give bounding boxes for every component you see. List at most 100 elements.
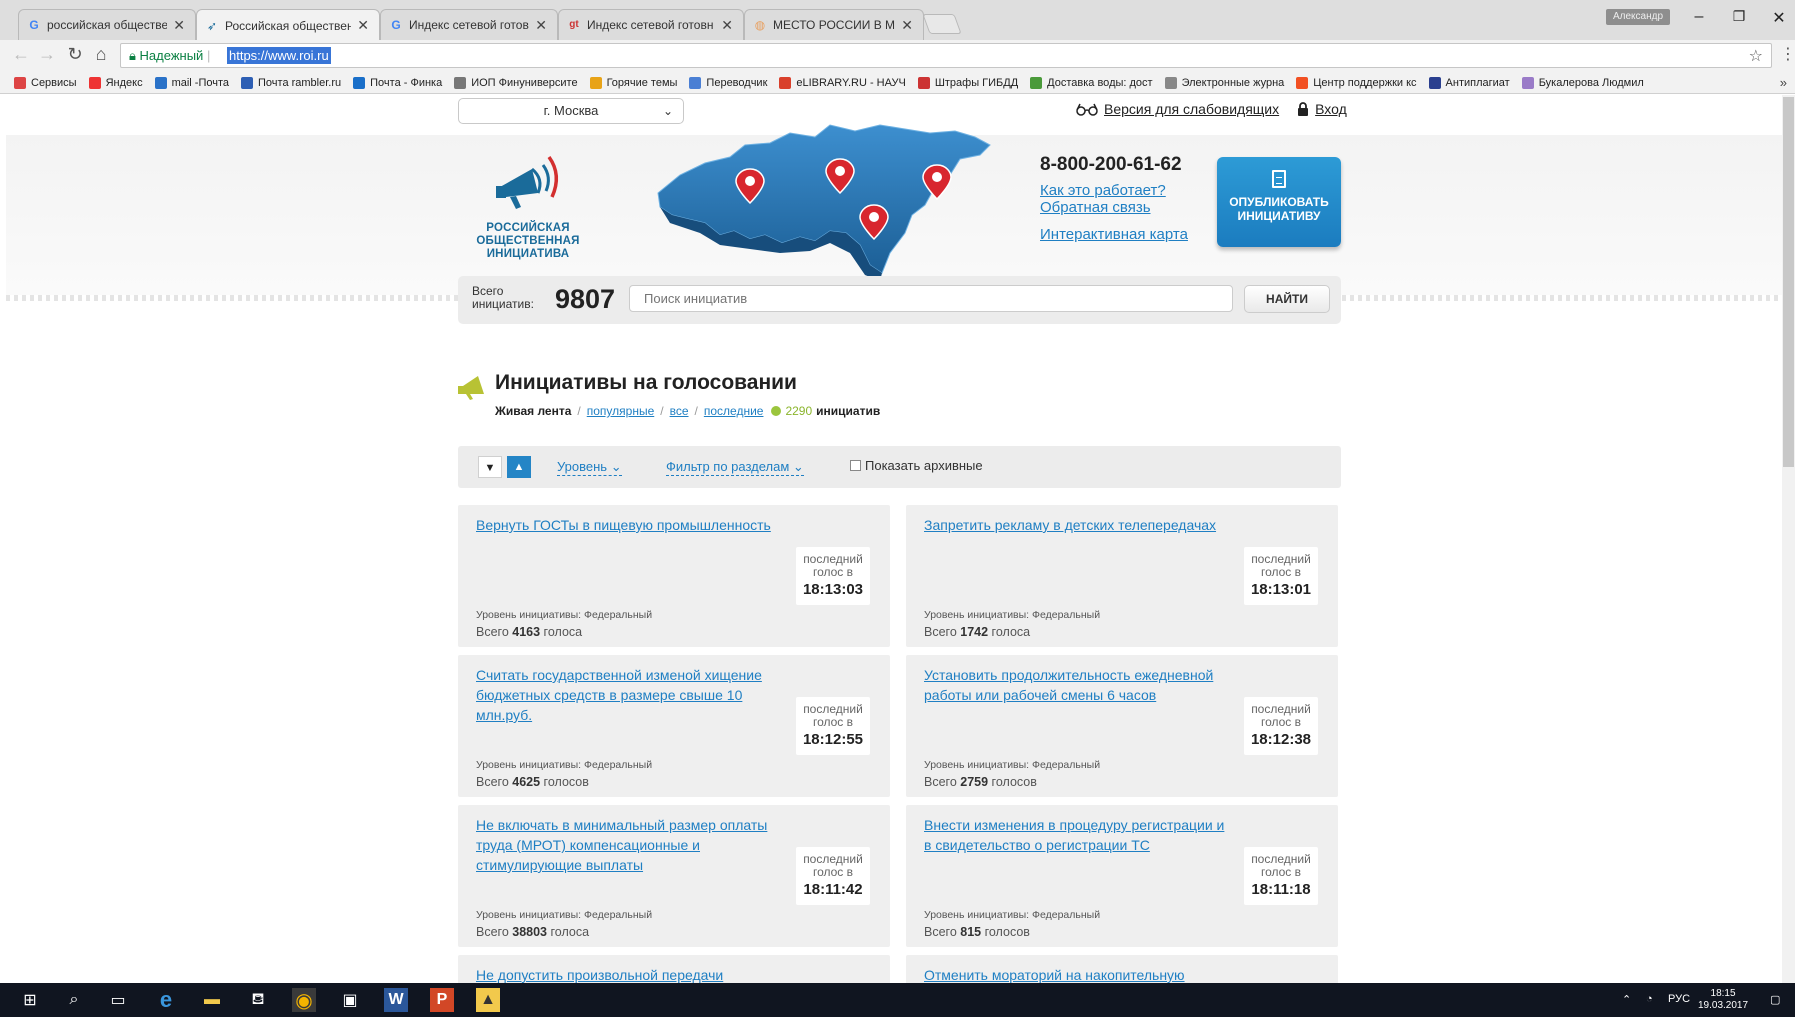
- bookmark-item[interactable]: Электронные журна: [1164, 76, 1284, 89]
- edge-icon[interactable]: e: [154, 987, 178, 1012]
- bookmark-item[interactable]: eLIBRARY.RU - НАУЧ: [779, 76, 906, 89]
- bookmark-item[interactable]: Центр поддержки кс: [1296, 76, 1417, 89]
- home-icon[interactable]: ⌂: [90, 44, 112, 65]
- initiative-votes: Всего 4163 голоса: [476, 625, 583, 639]
- bookmark-label: Букалерова Людмил: [1538, 76, 1644, 89]
- latest-link[interactable]: последние: [704, 404, 764, 418]
- secure-indicator[interactable]: 🔒︎ Надежный |: [129, 48, 210, 64]
- close-tab-icon[interactable]: ✕: [721, 17, 733, 34]
- bookmark-item[interactable]: Доставка воды: дост: [1030, 76, 1153, 89]
- initiative-title-link[interactable]: Установить продолжительность ежедневной …: [924, 665, 1234, 705]
- close-tab-icon[interactable]: ✕: [173, 17, 185, 34]
- tab-1[interactable]: G российская обществен ✕: [18, 9, 196, 40]
- archive-checkbox[interactable]: [850, 460, 861, 471]
- task-view-icon[interactable]: ▭: [106, 988, 130, 1012]
- tab-5[interactable]: ◍ МЕСТО РОССИИ В МЕ ✕: [744, 9, 924, 40]
- file-explorer-icon[interactable]: ▬: [200, 988, 224, 1012]
- bookmark-label: Антиплагиат: [1445, 76, 1510, 89]
- sort-asc-button[interactable]: ▲: [507, 456, 531, 478]
- notifications-icon[interactable]: ▢: [1770, 993, 1780, 1006]
- new-tab-button[interactable]: [922, 14, 962, 34]
- feedback-link[interactable]: Обратная связь: [1040, 199, 1188, 216]
- all-link[interactable]: все: [670, 404, 689, 418]
- search-input[interactable]: [629, 285, 1233, 312]
- initiative-card: Не включать в минимальный размер оплаты …: [458, 805, 890, 947]
- bookmark-item[interactable]: ИОП Финуниверсите: [454, 76, 578, 89]
- russia-map[interactable]: [650, 115, 1000, 285]
- app-icon[interactable]: ▣: [338, 988, 362, 1012]
- clock[interactable]: 18:15 19.03.2017: [1698, 988, 1748, 1012]
- last-vote-label: последний голос в: [803, 852, 863, 879]
- windows-start-icon[interactable]: ⊞: [18, 988, 42, 1012]
- menu-icon[interactable]: ⋮: [1780, 44, 1795, 64]
- show-archive-toggle[interactable]: Показать архивные: [850, 458, 983, 473]
- login-link[interactable]: Вход: [1315, 101, 1347, 117]
- scrollbar-thumb[interactable]: [1783, 97, 1794, 467]
- bookmark-item[interactable]: Почта rambler.ru: [241, 76, 341, 89]
- popular-link[interactable]: популярные: [587, 404, 655, 418]
- header-links: Как это работает? Обратная связь Интерак…: [1040, 182, 1188, 243]
- bookmark-item[interactable]: Переводчик: [689, 76, 767, 89]
- bookmark-item[interactable]: Букалерова Людмил: [1521, 76, 1644, 89]
- restore-icon[interactable]: ❐: [1724, 8, 1754, 25]
- document-icon: [1272, 170, 1286, 188]
- bookmark-item[interactable]: Горячие темы: [589, 76, 677, 89]
- powerpoint-icon[interactable]: P: [430, 988, 454, 1012]
- level-filter-dropdown[interactable]: Уровень ⌄: [557, 459, 622, 476]
- tab-strip: G российская обществен ✕ ➶ Российская об…: [0, 0, 1795, 41]
- initiative-title-link[interactable]: Считать государственной изменой хищение …: [476, 665, 786, 725]
- tab-2-active[interactable]: ➶ Российская обществен ✕: [196, 9, 380, 41]
- interactive-map-link[interactable]: Интерактивная карта: [1040, 226, 1188, 243]
- tray-chevron-icon[interactable]: ⌃: [1622, 993, 1631, 1006]
- initiative-title-link[interactable]: Отменить мораторий на накопительную: [924, 965, 1234, 983]
- back-icon[interactable]: ←: [10, 44, 32, 65]
- search-icon[interactable]: ⌕: [62, 988, 86, 1012]
- chrome-icon[interactable]: ◉: [292, 988, 316, 1012]
- find-button[interactable]: НАЙТИ: [1244, 285, 1330, 313]
- tab-3[interactable]: G Индекс сетевой готовн ✕: [380, 9, 558, 40]
- bookmark-item[interactable]: mail -Почта: [154, 76, 230, 89]
- close-window-icon[interactable]: ✕: [1764, 8, 1794, 28]
- bookmark-item[interactable]: Штрафы ГИБДД: [917, 76, 1018, 89]
- initiative-title-link[interactable]: Не допустить произвольной передачи: [476, 965, 786, 983]
- network-icon[interactable]: ◔: [1646, 993, 1653, 1005]
- close-tab-icon[interactable]: ✕: [535, 17, 547, 34]
- minimize-icon[interactable]: –: [1684, 8, 1714, 26]
- bookmark-item[interactable]: Антиплагиат: [1428, 76, 1510, 89]
- url-text[interactable]: https://www.roi.ru: [227, 47, 331, 64]
- bookmark-item[interactable]: Сервисы: [14, 76, 77, 89]
- search-bar: Всего инициатив: 9807 НАЙТИ: [458, 276, 1341, 324]
- bookmark-star-icon[interactable]: ☆: [1749, 46, 1763, 66]
- bookmark-favicon-icon: [14, 76, 26, 89]
- how-it-works-link[interactable]: Как это работает?: [1040, 182, 1188, 199]
- initiative-votes: Всего 38803 голоса: [476, 925, 590, 939]
- bookmark-label: mail -Почта: [171, 76, 230, 89]
- initiative-title-link[interactable]: Вернуть ГОСТы в пищевую промышленность: [476, 515, 786, 535]
- initiative-level: Уровень инициативы: Федеральный: [476, 909, 653, 921]
- initiative-title-link[interactable]: Запретить рекламу в детских телепередача…: [924, 515, 1234, 535]
- sort-desc-button[interactable]: ▼: [478, 456, 502, 478]
- site-logo[interactable]: РОССИЙСКАЯ ОБЩЕСТВЕННАЯ ИНИЦИАТИВА: [472, 147, 584, 261]
- forward-icon[interactable]: →: [36, 44, 58, 65]
- more-bookmarks-icon[interactable]: »: [1780, 75, 1787, 90]
- publish-initiative-button[interactable]: ОПУБЛИКОВАТЬ ИНИЦИАТИВУ: [1217, 157, 1341, 247]
- store-icon[interactable]: ⛾: [246, 988, 270, 1012]
- word-icon[interactable]: W: [384, 988, 408, 1012]
- bookmark-item[interactable]: Почта - Финка: [353, 76, 442, 89]
- section-filter-dropdown[interactable]: Фильтр по разделам ⌄: [666, 459, 804, 476]
- chevron-down-icon: ⌄: [792, 459, 804, 474]
- bookmark-item[interactable]: Яндекс: [88, 76, 143, 89]
- address-bar[interactable]: 🔒︎ Надежный | https://www.roi.ru ☆: [120, 43, 1772, 68]
- close-tab-icon[interactable]: ✕: [901, 17, 913, 34]
- glasses-icon: [1076, 103, 1098, 116]
- folder-app-icon[interactable]: ▲: [476, 988, 500, 1012]
- language-indicator[interactable]: РУС: [1668, 993, 1690, 1005]
- tab-4[interactable]: gt Индекс сетевой готовн ✕: [558, 9, 744, 40]
- reload-icon[interactable]: ↻: [64, 44, 86, 65]
- accessibility-link[interactable]: Версия для слабовидящих: [1104, 101, 1279, 117]
- close-tab-icon[interactable]: ✕: [357, 17, 369, 34]
- initiative-title-link[interactable]: Внести изменения в процедуру регистрации…: [924, 815, 1234, 855]
- initiative-card: Не допустить произвольной передачи: [458, 955, 890, 983]
- profile-badge[interactable]: Александр: [1606, 9, 1670, 25]
- initiative-title-link[interactable]: Не включать в минимальный размер оплаты …: [476, 815, 786, 875]
